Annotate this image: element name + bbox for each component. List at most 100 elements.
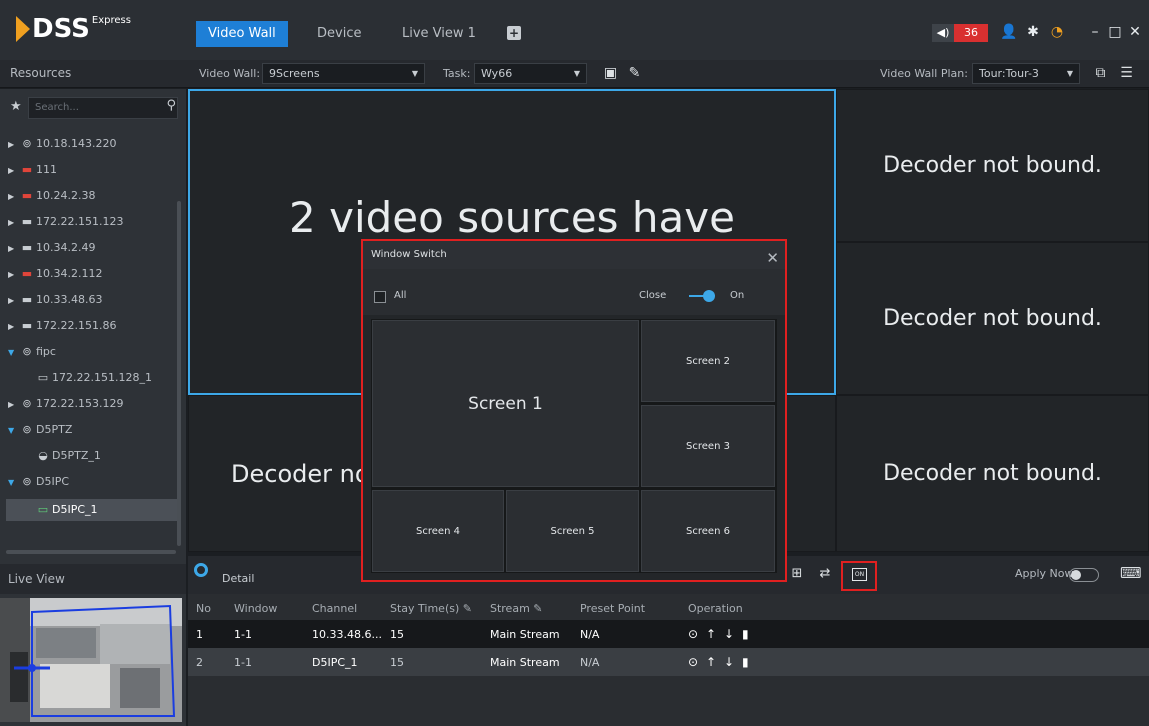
expand-arrow-icon[interactable]: ▶ xyxy=(8,394,18,415)
keyboard-icon[interactable]: ⌨ xyxy=(1120,564,1142,582)
sidebar-horizontal-scrollbar[interactable] xyxy=(6,550,176,554)
collapse-arrow-icon[interactable]: ▼ xyxy=(8,472,18,493)
task-select[interactable]: Wy66 ▼ xyxy=(474,63,587,84)
play-icon[interactable]: ⊙ xyxy=(688,627,706,641)
maximize-icon[interactable]: □ xyxy=(1106,23,1124,41)
settings-gear-icon[interactable]: ✱ xyxy=(1024,23,1042,41)
live-view-preview[interactable] xyxy=(0,598,182,722)
chevron-down-icon: ▼ xyxy=(411,69,418,78)
tree-item[interactable]: ▶ ▬ 111 xyxy=(8,159,178,181)
collapse-arrow-icon[interactable]: ▼ xyxy=(8,420,18,441)
cell-stay[interactable]: 15 xyxy=(381,648,482,676)
wall-screen-3[interactable]: Decoder not bound. xyxy=(836,242,1149,395)
screen-tile-1[interactable]: Screen 1 xyxy=(372,320,639,487)
minimize-icon[interactable]: – xyxy=(1086,23,1104,41)
cell-preset: N/A xyxy=(571,648,680,676)
favorite-star-icon[interactable]: ★ xyxy=(10,99,22,114)
video-wall-plan-select[interactable]: Tour:Tour-3 ▼ xyxy=(972,63,1080,84)
detail-title: Detail xyxy=(222,572,255,585)
on-option-label: On xyxy=(730,290,745,301)
split-screen-icon[interactable]: ⊞ xyxy=(788,565,806,583)
move-down-icon[interactable]: ↓ xyxy=(724,655,742,669)
tree-item[interactable]: ▼ ⊚ D5PTZ xyxy=(8,419,178,441)
expand-arrow-icon[interactable]: ▶ xyxy=(8,186,18,207)
cell-stay[interactable]: 15 xyxy=(381,620,482,648)
location-pin-icon xyxy=(194,563,208,577)
logo-mark-icon xyxy=(16,16,30,42)
search-input[interactable]: Search... xyxy=(28,97,178,119)
delete-icon[interactable]: ▮ xyxy=(742,655,760,669)
tree-item[interactable]: ▶ ▬ 10.34.2.49 xyxy=(8,237,178,259)
screen-tile-2[interactable]: Screen 2 xyxy=(641,320,775,402)
performance-gauge-icon[interactable]: ◔ xyxy=(1048,23,1066,41)
tree-item-selected[interactable]: ▭ D5IPC_1 xyxy=(6,499,178,521)
decoder-status: Decoder not bound. xyxy=(883,153,1102,178)
tree-item[interactable]: ▼ ⊚ D5IPC xyxy=(8,471,178,493)
cell-stream[interactable]: Main Stream xyxy=(481,648,572,676)
plan-list-icon[interactable]: ☰ xyxy=(1118,65,1135,82)
screen-tile-4[interactable]: Screen 4 xyxy=(372,490,504,572)
expand-arrow-icon[interactable]: ▶ xyxy=(8,160,18,181)
save-as-icon[interactable]: ✎ xyxy=(626,65,643,82)
screen-tile-6[interactable]: Screen 6 xyxy=(641,490,775,572)
col-stay-time[interactable]: Stay Time(s) ✎ xyxy=(381,596,482,620)
tree-item[interactable]: ▶ ⊚ 10.18.143.220 xyxy=(8,133,178,155)
edit-pencil-icon[interactable]: ✎ xyxy=(463,602,472,615)
collapse-arrow-icon[interactable]: ▼ xyxy=(8,342,18,363)
close-icon[interactable]: ✕ xyxy=(766,244,779,272)
tree-item[interactable]: ▶ ▬ 10.34.2.112 xyxy=(8,263,178,285)
tree-item[interactable]: ▶ ▬ 172.22.151.86 xyxy=(8,315,178,337)
sidebar-scrollbar[interactable] xyxy=(177,201,181,546)
screen-tile-5[interactable]: Screen 5 xyxy=(506,490,639,572)
wall-screen-6[interactable]: Decoder not bound. xyxy=(836,395,1149,552)
video-wall-label: Video Wall: xyxy=(199,67,261,80)
expand-arrow-icon[interactable]: ▶ xyxy=(8,290,18,311)
wall-screen-2[interactable]: Decoder not bound. xyxy=(836,89,1149,242)
window-switch-button[interactable]: ON xyxy=(841,561,877,591)
tree-item[interactable]: ▭ 172.22.151.128_1 xyxy=(34,367,178,389)
edit-pencil-icon[interactable]: ✎ xyxy=(533,602,542,615)
table-row[interactable]: 2 1-1 D5IPC_1 15 Main Stream N/A ⊙ ↑ ↓ ▮ xyxy=(188,648,1149,676)
cell-stream[interactable]: Main Stream xyxy=(481,620,572,648)
select-all-checkbox[interactable] xyxy=(374,291,386,303)
tab-live-view-1[interactable]: Live View 1 xyxy=(390,21,488,47)
alarm-indicator[interactable]: ◀) 36 xyxy=(932,24,988,42)
encoder-icon: ⊚ xyxy=(22,137,32,150)
expand-arrow-icon[interactable]: ▶ xyxy=(8,134,18,155)
expand-arrow-icon[interactable]: ▶ xyxy=(8,316,18,337)
tab-video-wall[interactable]: Video Wall xyxy=(196,21,288,47)
add-tab-icon[interactable]: + xyxy=(507,26,521,40)
move-down-icon[interactable]: ↓ xyxy=(724,627,742,641)
tree-item-label: D5PTZ_1 xyxy=(52,449,101,462)
video-wall-select[interactable]: 9Screens ▼ xyxy=(262,63,425,84)
tree-item[interactable]: ▶ ▬ 10.33.48.63 xyxy=(8,289,178,311)
apply-now-toggle[interactable] xyxy=(1069,568,1099,582)
tree-item[interactable]: ▶ ▬ 10.24.2.38 xyxy=(8,185,178,207)
table-row[interactable]: 1 1-1 10.33.48.6... 15 Main Stream N/A ⊙… xyxy=(188,620,1149,648)
user-icon[interactable]: 👤 xyxy=(1000,23,1018,41)
save-icon[interactable]: ▣ xyxy=(602,65,619,82)
tab-device[interactable]: Device xyxy=(305,21,373,47)
col-stream[interactable]: Stream ✎ xyxy=(481,596,572,620)
play-icon[interactable]: ⊙ xyxy=(688,655,706,669)
tree-item[interactable]: ▶ ▬ 172.22.151.123 xyxy=(8,211,178,233)
screen-tile-3[interactable]: Screen 3 xyxy=(641,405,775,487)
dialog-title: Window Switch xyxy=(371,249,447,260)
close-window-icon[interactable]: ✕ xyxy=(1126,23,1144,41)
plan-config-icon[interactable]: ⧉ xyxy=(1092,65,1109,82)
switch-icon[interactable]: ⇄ xyxy=(816,565,834,583)
tree-item-label: 10.18.143.220 xyxy=(36,137,117,150)
move-up-icon[interactable]: ↑ xyxy=(706,627,724,641)
move-up-icon[interactable]: ↑ xyxy=(706,655,724,669)
expand-arrow-icon[interactable]: ▶ xyxy=(8,238,18,259)
expand-arrow-icon[interactable]: ▶ xyxy=(8,212,18,233)
tree-item[interactable]: ▶ ⊚ 172.22.153.129 xyxy=(8,393,178,415)
nvr-icon: ▬ xyxy=(21,319,33,332)
search-icon[interactable]: ⚲ xyxy=(166,98,176,113)
delete-icon[interactable]: ▮ xyxy=(742,627,760,641)
tree-item[interactable]: ▼ ⊚ fipc xyxy=(8,341,178,363)
tree-item[interactable]: ◒ D5PTZ_1 xyxy=(34,445,178,467)
on-off-toggle[interactable] xyxy=(689,290,715,302)
expand-arrow-icon[interactable]: ▶ xyxy=(8,264,18,285)
tree-item-label: 172.22.151.86 xyxy=(36,319,117,332)
